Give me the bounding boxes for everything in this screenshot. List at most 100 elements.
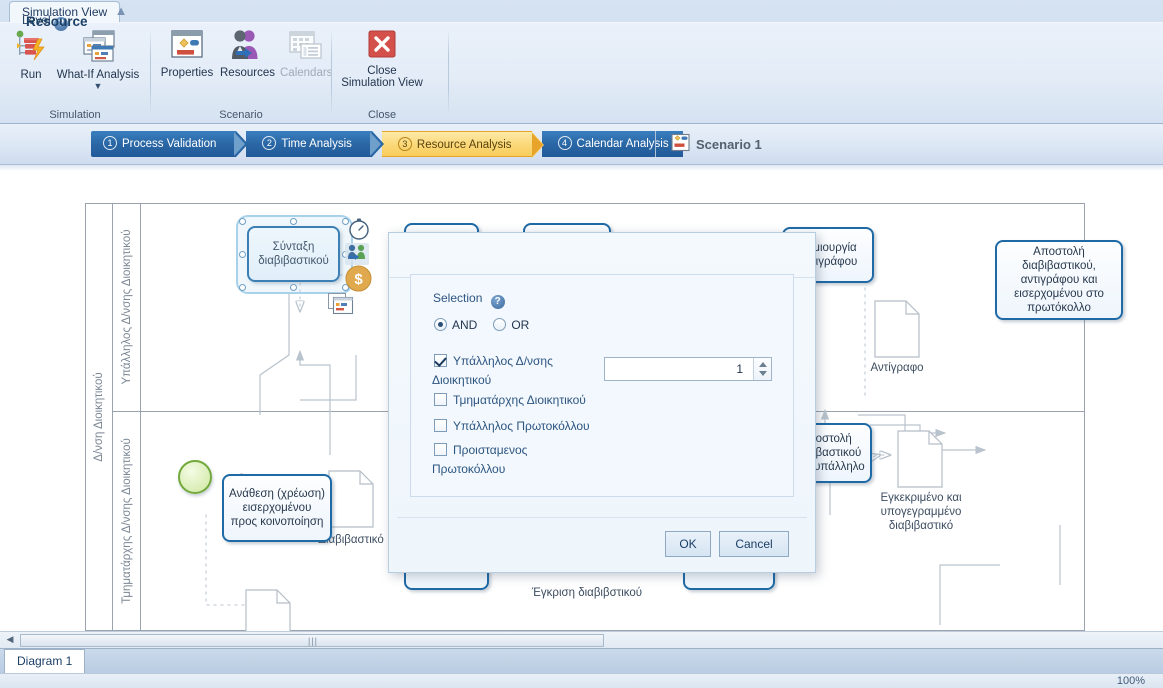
calendars-button[interactable]: Calendars — [276, 27, 336, 79]
what-if-analysis-button[interactable]: What-If Analysis ▼ — [52, 27, 144, 91]
document-icon[interactable] — [328, 470, 374, 531]
checkbox-proistamenos-protokollou[interactable] — [434, 443, 447, 456]
step-number: 2 — [262, 136, 277, 150]
resource-label-wrap-1: Διοικητικού — [432, 373, 492, 387]
step-number: 1 — [103, 136, 117, 150]
ribbon-body: Run What-If Analysis ▼ Simulation Proper… — [0, 22, 1163, 123]
what-if-analysis-label: What-If Analysis — [56, 69, 140, 81]
lane-header-1: Υπάλληλος Δ/νσης Διοικητικού — [113, 203, 141, 411]
checkbox-label: Υπάλληλος Δ/νσης — [453, 354, 553, 368]
document-icon[interactable] — [897, 430, 943, 491]
chevron-up-icon[interactable]: ▲ — [110, 4, 132, 20]
task-anathesi-eiserxomenou[interactable]: Ανάθεση (χρέωση) εισερχομένου προς κοινο… — [222, 474, 332, 542]
checkbox-ypallilos-dnsis[interactable] — [434, 354, 447, 367]
quantity-stepper[interactable]: 1 — [604, 357, 772, 381]
zoom-level: 100% — [1116, 675, 1145, 687]
chevron-down-icon[interactable]: ▼ — [56, 82, 140, 91]
what-if-analysis-icon — [56, 29, 140, 66]
checkbox-label: Υπάλληλος Πρωτοκόλλου — [453, 419, 590, 433]
document-icon[interactable] — [874, 300, 920, 361]
canvas-shade — [0, 165, 1163, 171]
properties-label: Properties — [160, 67, 214, 79]
close-x-icon — [339, 29, 425, 62]
run-label: Run — [20, 69, 42, 81]
step-label: Process Validation — [122, 138, 217, 150]
start-event[interactable] — [178, 460, 212, 494]
lane-header-2: Τμηματάρχης Δ/νσης Διοικητικού — [113, 411, 141, 631]
close-label-line1: Close — [367, 65, 397, 77]
step-label: Time Analysis — [281, 138, 352, 150]
document-label: Αντίγραφο — [870, 362, 924, 374]
step-time-analysis[interactable]: 2 Time Analysis — [246, 131, 384, 157]
resize-handle-w[interactable] — [239, 251, 246, 258]
step-arrow-outline — [369, 132, 381, 156]
step-label: Resource Analysis — [416, 139, 512, 151]
radio-and-label: AND — [452, 318, 478, 332]
scenario-icon — [671, 133, 690, 157]
close-simulation-view-button[interactable]: Close Simulation View — [335, 27, 429, 89]
ribbon-group-label-simulation: Simulation — [49, 109, 101, 121]
radio-or[interactable] — [493, 318, 507, 331]
checkbox-label: Τμηματάρχης Διοικητικού — [453, 393, 586, 407]
divider — [655, 131, 656, 157]
resize-handle-n[interactable] — [290, 218, 297, 225]
resize-handle-nw[interactable] — [239, 218, 246, 225]
resources-people-icon — [220, 29, 274, 64]
radio-or-label: OR — [511, 318, 530, 332]
step-arrow-outline — [531, 133, 543, 157]
checkbox-label: Προισταμενος — [453, 443, 528, 457]
scroll-left-arrow-icon[interactable]: ◀ — [2, 632, 18, 648]
document-tab-bar: Diagram 1 — [0, 648, 1163, 674]
ribbon: Simulation View ▲ Run What-If Analysis ▼… — [0, 0, 1163, 124]
checkbox-tmimatarxis-dioikitikou[interactable] — [434, 393, 447, 406]
step-resource-analysis[interactable]: 3 Resource Analysis — [381, 131, 544, 158]
spinner-up-icon[interactable] — [759, 362, 767, 367]
ribbon-tab-strip: Simulation View ▲ — [0, 0, 1163, 22]
task-apostoli-sto-protokollo[interactable]: Αποστολή διαβιβαστικού, αντιγράφου και ε… — [995, 240, 1123, 320]
resize-handle-sw[interactable] — [239, 284, 246, 291]
analysis-level-stepper: 1 Process Validation 2 Time Analysis 3 Reso… — [91, 131, 683, 158]
resource-label-wrap-4: Πρωτοκόλλου — [432, 462, 506, 476]
calendars-label: Calendars — [280, 67, 333, 79]
document-icon[interactable] — [245, 589, 291, 631]
radio-and[interactable] — [434, 318, 447, 331]
dialog-title: Resource — [26, 14, 88, 29]
status-bar: 100% — [0, 673, 1163, 688]
resource-badge-icon[interactable] — [345, 243, 369, 265]
calendars-icon — [280, 29, 332, 64]
timer-badge-icon[interactable] — [347, 217, 371, 244]
run-button[interactable]: Run — [8, 27, 54, 81]
resources-label: Resources — [220, 67, 275, 79]
ok-button[interactable]: OK — [665, 531, 711, 557]
scenario-label: Scenario 1 — [696, 137, 762, 152]
step-number: 3 — [397, 137, 412, 151]
resource-checkbox-row-2: Τμηματάρχης Διοικητικού — [434, 393, 586, 407]
resize-handle-s[interactable] — [290, 284, 297, 291]
help-question-icon[interactable]: ? — [490, 295, 505, 309]
step-process-validation[interactable]: 1 Process Validation — [91, 131, 249, 157]
checkbox-ypallilos-protokollou[interactable] — [434, 419, 447, 432]
cancel-button[interactable]: Cancel — [719, 531, 789, 557]
svg-text:$: $ — [354, 271, 363, 288]
properties-icon — [160, 29, 214, 64]
step-calendar-analysis[interactable]: 4 Calendar Analysis — [541, 131, 683, 157]
spinner-down-icon[interactable] — [759, 371, 767, 376]
document-tab-diagram-1[interactable]: Diagram 1 — [4, 649, 86, 674]
document-label: Έγκριση διαβιβστικού — [531, 587, 643, 599]
ribbon-group-label-scenario: Scenario — [219, 109, 263, 121]
stepper-buttons[interactable] — [753, 358, 771, 380]
lane-label-2: Τμηματάρχης Δ/νσης Διοικητικού — [120, 438, 133, 604]
group-separator — [448, 29, 449, 115]
horizontal-scrollbar[interactable]: ◀ ||| — [0, 631, 1163, 648]
ribbon-group-close: Close Simulation View Close — [332, 23, 432, 124]
subprocess-marker-icon[interactable] — [328, 291, 354, 318]
scrollbar-thumb[interactable]: ||| — [20, 634, 604, 647]
properties-button[interactable]: Properties — [156, 27, 218, 79]
scroll-grip-icon: ||| — [308, 636, 319, 646]
resources-button[interactable]: Resources — [216, 27, 278, 79]
pool-label: Δ/νση Διοικητικού — [92, 372, 105, 462]
dialog-button-divider — [397, 517, 807, 518]
resource-checkbox-row-1: Υπάλληλος Δ/νσης — [434, 354, 553, 368]
ribbon-group-label-close: Close — [367, 109, 397, 121]
step-arrow-outline — [234, 132, 246, 156]
